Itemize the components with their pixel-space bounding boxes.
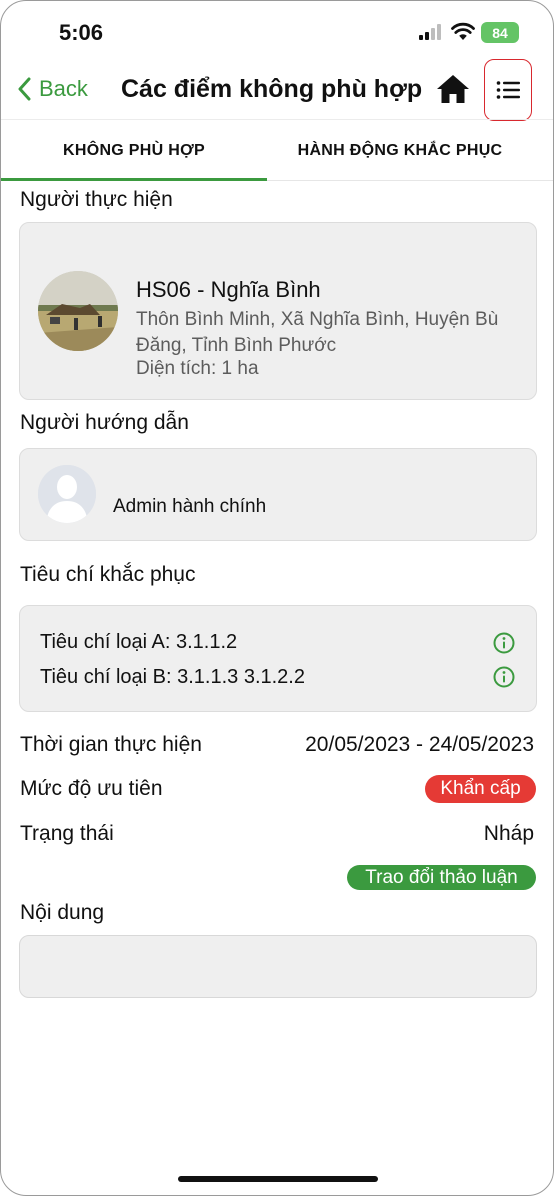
performer-avatar [38,271,118,351]
page-title: Các điểm không phù hợp [121,75,423,103]
criteria-item-a: Tiêu chí loại A: 3.1.1.2 [40,631,238,653]
home-icon [437,75,469,103]
info-icon[interactable] [493,666,515,688]
guide-name: Admin hành chính [113,496,267,517]
tab-nonconformity[interactable]: KHÔNG PHÙ HỢP [1,120,267,182]
battery-level: 84 [492,24,508,41]
time-label: Thời gian thực hiện [20,733,202,756]
performer-card[interactable]: HS06 - Nghĩa Bình Thôn Bình Minh, Xã Ngh… [19,222,537,400]
criteria-card: Tiêu chí loại A: 3.1.1.2 Tiêu chí loại B… [19,605,537,712]
performer-address: Thôn Bình Minh, Xã Nghĩa Bình, Huyện Bù … [136,309,499,356]
list-menu-icon [496,81,520,99]
navigation-bar: Back Các điểm không phù hợp [1,59,553,121]
priority-badge: Khẩn cấp [425,775,536,803]
home-button[interactable] [436,74,470,109]
tab-corrective-action[interactable]: HÀNH ĐỘNG KHẮC PHỤC [267,120,533,182]
performer-area: Diện tích: 1 ha [136,358,259,379]
back-label: Back [39,76,88,101]
criteria-section-label: Tiêu chí khắc phục [20,563,196,586]
performer-section-label: Người thực hiện [20,188,173,211]
status-label: Trạng thái [20,822,114,845]
content-field[interactable] [19,935,537,998]
home-indicator[interactable] [178,1176,378,1182]
phone-screen: 5:06 84 Back Các điểm không phù hợp KHÔN… [0,0,554,1196]
tab-bar: KHÔNG PHÙ HỢP HÀNH ĐỘNG KHẮC PHỤC [1,119,553,181]
guide-card[interactable]: Admin hành chính [19,448,537,541]
content-section-label: Nội dung [20,901,105,924]
battery-indicator: 84 [481,22,519,43]
info-icon[interactable] [493,632,515,654]
discussion-button[interactable]: Trao đổi thảo luận [347,865,536,890]
guide-section-label: Người hướng dẫn [20,411,189,434]
wifi-icon [451,22,475,40]
time-value: 20/05/2023 - 24/05/2023 [305,733,534,756]
active-tab-indicator [1,178,267,181]
status-value: Nháp [483,822,534,845]
status-bar: 5:06 84 [1,1,553,63]
menu-button[interactable] [484,59,532,121]
chevron-left-icon [18,77,31,101]
user-avatar-icon [38,465,96,523]
status-time: 5:06 [59,20,104,45]
performer-name: HS06 - Nghĩa Bình [136,277,321,302]
cellular-signal-icon [419,24,441,40]
criteria-item-b: Tiêu chí loại B: 3.1.1.3 3.1.2.2 [40,666,305,688]
priority-label: Mức độ ưu tiên [20,777,163,800]
back-button[interactable]: Back [17,76,88,102]
